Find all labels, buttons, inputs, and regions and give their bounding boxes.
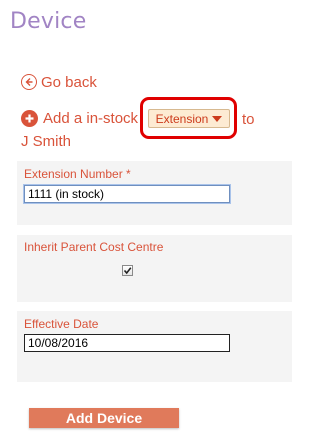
extension-panel: Extension Number * xyxy=(17,161,292,225)
plus-circle-icon[interactable] xyxy=(21,110,38,127)
extension-number-label: Extension Number * xyxy=(24,167,131,181)
extension-number-input[interactable] xyxy=(23,184,231,204)
effective-date-label: Effective Date xyxy=(24,317,99,331)
add-row: Add a in-stock xyxy=(21,110,138,127)
effective-date-input[interactable] xyxy=(24,334,230,352)
inherit-cost-centre-label: Inherit Parent Cost Centre xyxy=(24,240,164,254)
go-back-link[interactable]: Go back xyxy=(21,72,97,92)
inherit-panel: Inherit Parent Cost Centre xyxy=(17,235,292,302)
to-label: to xyxy=(242,111,255,128)
checkmark-icon xyxy=(123,267,132,275)
go-back-label: Go back xyxy=(41,73,97,91)
device-type-select[interactable]: Extension xyxy=(148,109,230,128)
user-name: J Smith xyxy=(21,133,72,150)
inherit-cost-centre-checkbox[interactable] xyxy=(122,265,133,276)
page-title: Device xyxy=(10,9,87,34)
effective-date-panel: Effective Date xyxy=(17,311,292,382)
add-device-button[interactable]: Add Device xyxy=(29,408,179,428)
device-type-selected: Extension xyxy=(155,111,209,126)
caret-down-icon xyxy=(212,116,223,122)
add-row-prefix: Add a in-stock xyxy=(43,110,139,127)
arrow-left-icon xyxy=(21,74,37,90)
